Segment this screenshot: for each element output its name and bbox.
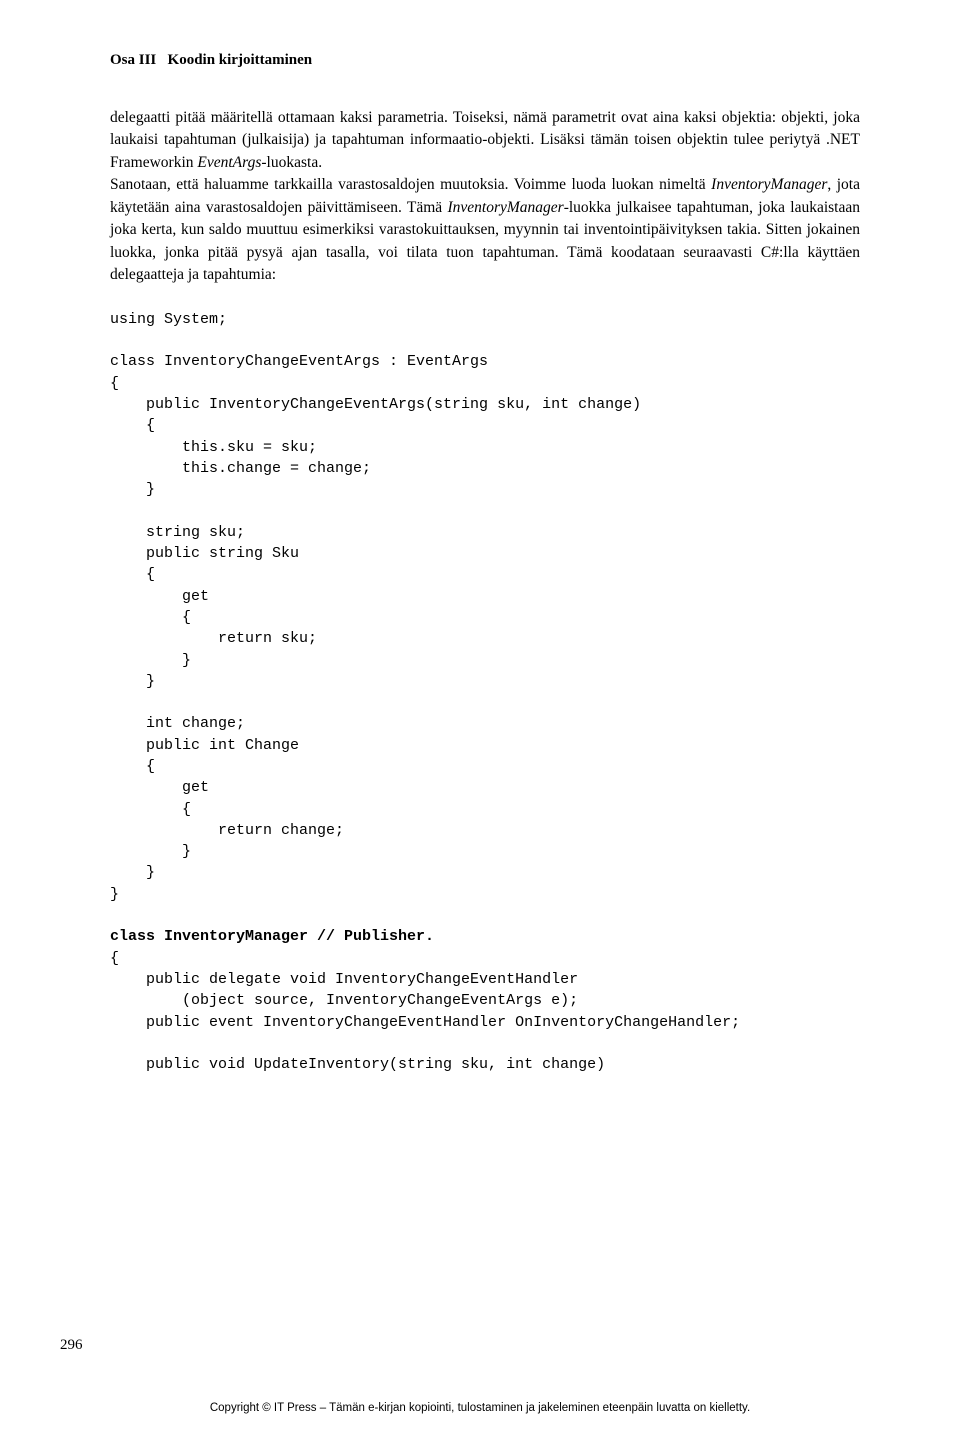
code-listing: using System; class InventoryChangeEvent… <box>110 309 860 1076</box>
page-header: Osa III Koodin kirjoittaminen <box>110 52 860 69</box>
header-title: Koodin kirjoittaminen <box>168 52 313 68</box>
header-part: Osa III <box>110 52 156 68</box>
page-number: 296 <box>60 1337 83 1354</box>
body-paragraph-1: delegaatti pitää määritellä ottamaan kak… <box>110 107 860 287</box>
footer-copyright: Copyright © IT Press – Tämän e-kirjan ko… <box>0 1402 960 1414</box>
